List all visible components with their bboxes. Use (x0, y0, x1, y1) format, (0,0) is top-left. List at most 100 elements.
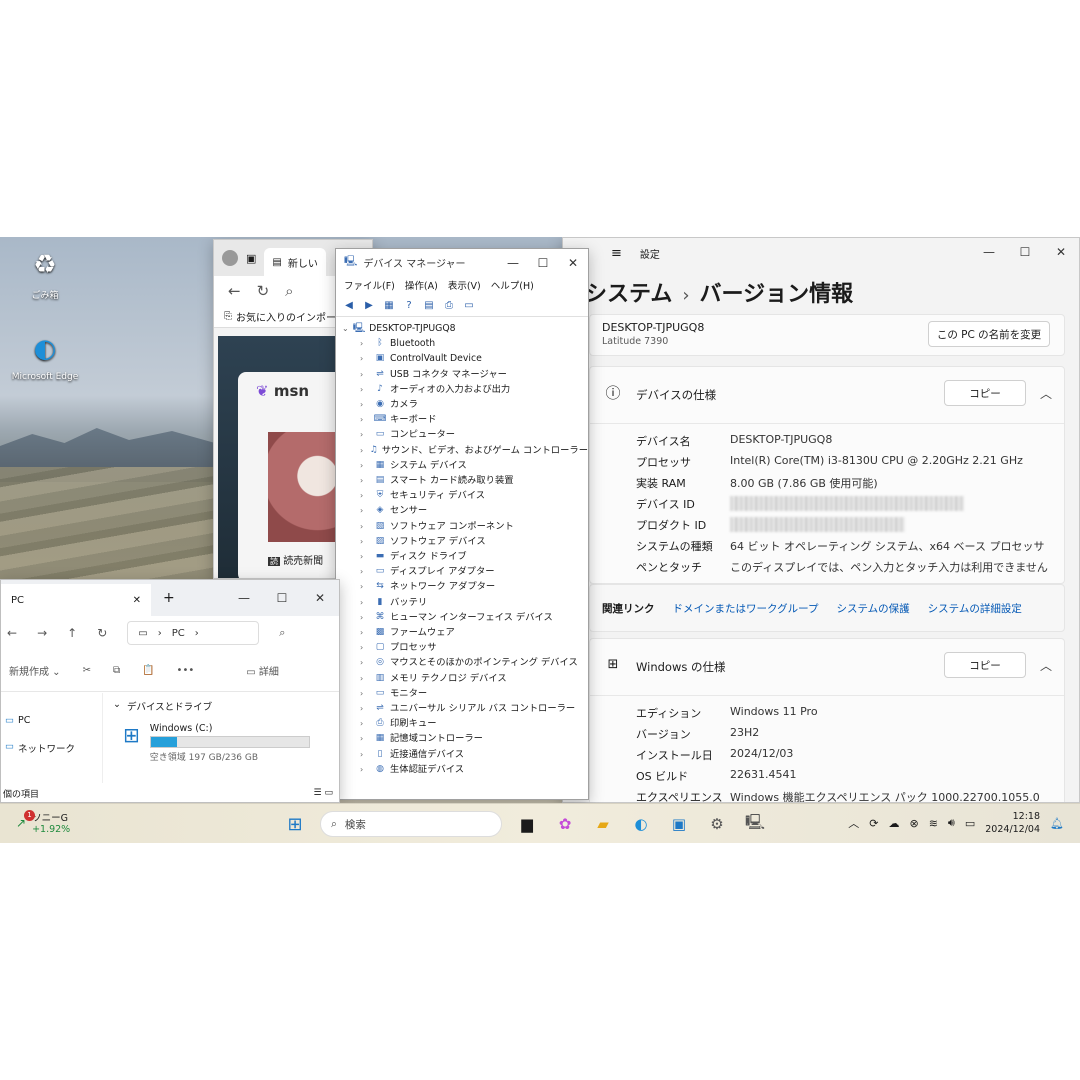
tree-item[interactable]: › ▧ ソフトウェア コンポーネント (342, 519, 588, 534)
cut-icon[interactable]: ✂ (83, 665, 91, 676)
battery-icon[interactable]: ▭ (965, 817, 975, 830)
chevron-right-icon[interactable]: › (360, 716, 370, 731)
address-bar[interactable]: ▭ › PC › (127, 621, 260, 645)
chevron-right-icon[interactable]: › (360, 443, 366, 458)
link-domain-workgroup[interactable]: ドメインまたはワークグループ (673, 601, 819, 616)
windows-spec-title[interactable]: Windows の仕様 (636, 659, 726, 675)
cloud-icon[interactable]: ☁ (888, 817, 899, 830)
forward-icon[interactable]: ▶ (362, 299, 376, 313)
edge-tab[interactable]: ▤ 新しい (264, 248, 326, 276)
tile-view-icon[interactable]: ▭ (324, 788, 333, 798)
address-segment[interactable]: PC (172, 628, 185, 639)
chevron-right-icon[interactable]: › (360, 686, 370, 701)
chevron-right-icon[interactable]: › (360, 367, 370, 382)
menu-file[interactable]: ファイル(F) (344, 278, 395, 292)
tree-item[interactable]: › ⇌ ユニバーサル シリアル バス コントローラー (342, 701, 588, 716)
view-icon[interactable]: ▤ (422, 299, 436, 313)
refresh-icon[interactable]: ↻ (97, 626, 107, 640)
chevron-right-icon[interactable]: › (360, 458, 370, 473)
close-icon[interactable]: ✕ (301, 584, 339, 612)
search-icon[interactable]: ⌕ (279, 626, 285, 640)
close-icon[interactable]: ✕ (1043, 238, 1079, 266)
tree-item[interactable]: › ♪ オーディオの入力および出力 (342, 382, 588, 397)
chevron-right-icon[interactable]: › (360, 579, 370, 594)
tree-item[interactable]: › ◍ 生体認証デバイス (342, 762, 588, 777)
up-icon[interactable]: ↑ (67, 626, 77, 640)
notification-bell-icon[interactable]: 🔔︎ (1050, 817, 1064, 830)
tree-item[interactable]: › ▭ モニター (342, 686, 588, 701)
refresh-icon[interactable]: ↻ (257, 282, 270, 300)
menu-view[interactable]: 表示(V) (448, 278, 481, 292)
chevron-right-icon[interactable]: › (360, 473, 370, 488)
maximize-icon[interactable]: ☐ (1007, 238, 1043, 266)
msn-logo[interactable]: ❦ msn (256, 382, 309, 400)
rename-pc-button[interactable]: この PC の名前を変更 (928, 321, 1050, 347)
import-favorites-link[interactable]: お気に入りのインポート (236, 309, 346, 324)
stop-icon[interactable]: ⊗ (909, 817, 918, 830)
link-advanced-settings[interactable]: システムの詳細設定 (928, 601, 1022, 616)
link-system-protection[interactable]: システムの保護 (836, 601, 909, 616)
desktop-icon-recycle-bin[interactable]: ♻ ごみ箱 (10, 245, 80, 301)
new-button[interactable]: 新規作成 ⌄ (9, 663, 61, 678)
chevron-right-icon[interactable]: › (360, 731, 370, 746)
drive-item[interactable]: ⊞ Windows (C:) 空き領域 197 GB/236 GB (123, 723, 310, 763)
tree-root[interactable]: ⌄ 🖳 DESKTOP-TJPUGQ8 (342, 321, 588, 336)
details-button[interactable]: ▭ 詳細 (246, 663, 279, 678)
forward-icon[interactable]: → (37, 626, 47, 640)
scan-hardware-icon[interactable]: ⎙ (442, 299, 456, 313)
chevron-right-icon[interactable]: › (360, 747, 370, 762)
menu-action[interactable]: 操作(A) (405, 278, 438, 292)
tree-item[interactable]: › ᛒ Bluetooth (342, 336, 588, 351)
task-view-icon[interactable]: ▆ (514, 811, 540, 837)
chevron-right-icon[interactable]: › (360, 519, 370, 534)
start-button[interactable]: ⊞ (282, 811, 308, 837)
tree-item[interactable]: › ▤ スマート カード読み取り装置 (342, 473, 588, 488)
chevron-right-icon[interactable]: › (360, 610, 370, 625)
explorer-tab[interactable]: PC ✕ (1, 584, 151, 616)
copilot-icon[interactable]: ✿ (552, 811, 578, 837)
chevron-right-icon[interactable]: › (360, 503, 370, 518)
new-tab-icon[interactable]: + (163, 590, 175, 606)
chevron-up-icon[interactable]: ︿ (1040, 385, 1052, 402)
chevron-right-icon[interactable]: › (360, 671, 370, 686)
back-icon[interactable]: ← (7, 626, 17, 640)
chevron-right-icon[interactable]: › (360, 640, 370, 655)
tree-item[interactable]: › ▩ ファームウェア (342, 625, 588, 640)
chevron-right-icon[interactable]: › (360, 397, 370, 412)
tree-item[interactable]: › ⌨ キーボード (342, 412, 588, 427)
chevron-right-icon[interactable]: › (360, 564, 370, 579)
tree-item[interactable]: › ⇌ USB コネクタ マネージャー (342, 367, 588, 382)
chevron-right-icon[interactable]: › (360, 549, 370, 564)
tree-item[interactable]: › ▦ 記憶域コントローラー (342, 731, 588, 746)
chevron-up-icon[interactable]: ︿ (1040, 657, 1052, 674)
help-icon[interactable]: ? (402, 299, 416, 313)
paste-icon[interactable]: 📋 (142, 665, 154, 676)
minimize-icon[interactable]: — (498, 249, 528, 277)
chevron-right-icon[interactable]: › (360, 488, 370, 503)
maximize-icon[interactable]: ☐ (528, 249, 558, 277)
tree-item[interactable]: › ◎ マウスとそのほかのポインティング デバイス (342, 655, 588, 670)
properties-icon[interactable]: ▦ (382, 299, 396, 313)
edge-icon[interactable]: ◐ (628, 811, 654, 837)
close-icon[interactable]: ✕ (558, 249, 588, 277)
chevron-right-icon[interactable]: › (360, 427, 370, 442)
store-icon[interactable]: ▣ (666, 811, 692, 837)
sidebar-item-network[interactable]: ▭ ネットワーク (5, 741, 75, 755)
tree-item[interactable]: › ▢ プロセッサ (342, 640, 588, 655)
tree-item[interactable]: › ♫ サウンド、ビデオ、およびゲーム コントローラー (342, 443, 588, 458)
breadcrumb-parent[interactable]: システム (585, 282, 672, 307)
chevron-right-icon[interactable]: › (360, 534, 370, 549)
group-header[interactable]: ⌄ デバイスとドライブ (113, 699, 212, 713)
wifi-icon[interactable]: ≋ (929, 817, 938, 830)
chevron-right-icon[interactable]: › (360, 412, 370, 427)
taskbar-search[interactable]: ⌕ 検索 (320, 811, 502, 837)
file-explorer-icon[interactable]: ▰ (590, 811, 616, 837)
back-icon[interactable]: ◀ (342, 299, 356, 313)
back-icon[interactable]: ← (228, 282, 241, 300)
sidebar-item-pc[interactable]: ▭ PC (5, 715, 30, 726)
profile-icon[interactable] (222, 250, 238, 266)
copy-device-spec-button[interactable]: コピー (944, 380, 1026, 406)
more-icon[interactable]: ••• (177, 665, 195, 676)
chevron-down-icon[interactable]: ⌄ (342, 321, 349, 336)
tree-item[interactable]: › ▭ コンピューター (342, 427, 588, 442)
